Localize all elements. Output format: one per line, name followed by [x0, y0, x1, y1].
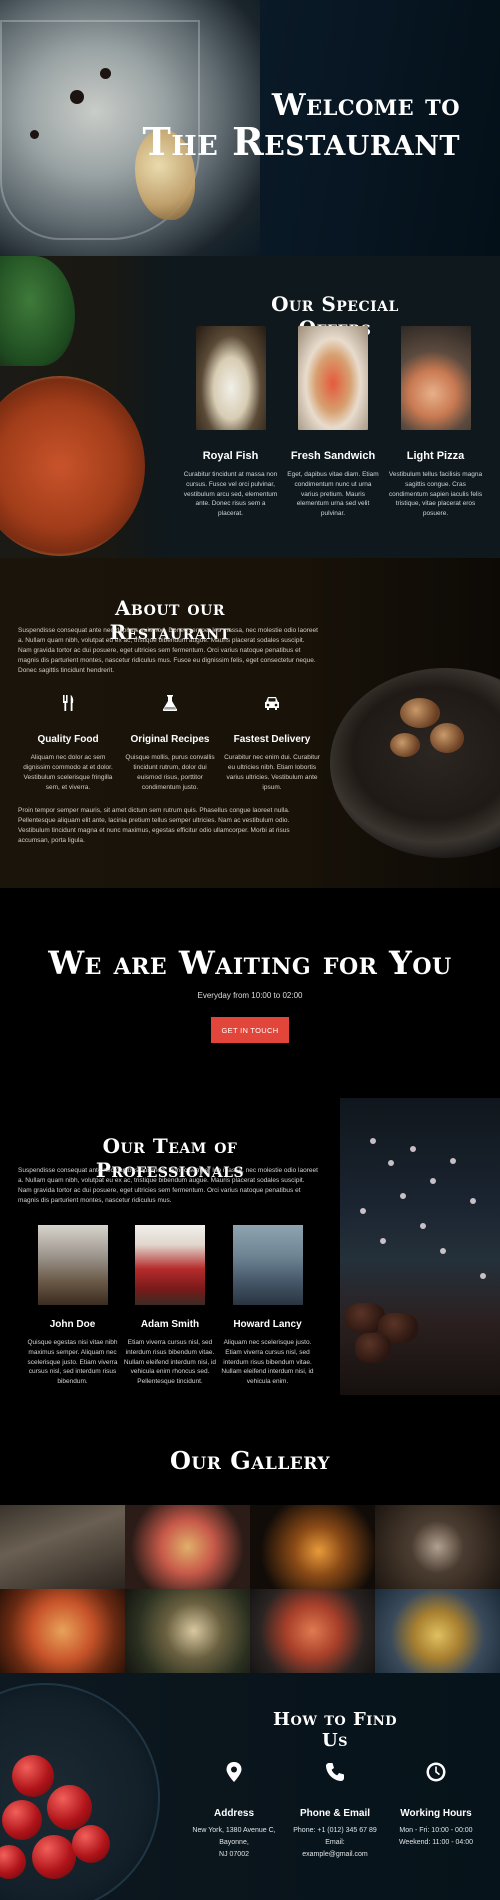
- gallery-image[interactable]: [250, 1589, 375, 1673]
- offer-card[interactable]: Royal Fish Curabitur tincidunt at massa …: [183, 326, 278, 519]
- juniper-berry: [100, 68, 111, 79]
- hero-title: Welcome to The Restaurant: [142, 90, 460, 161]
- offer-text: Curabitur tincidunt at massa non cursus.…: [183, 471, 278, 517]
- member-text: Etiam viverra cursus nisl, sed interdum …: [123, 1339, 217, 1385]
- about-intro: Suspendisse consequat ante nec dapibus e…: [18, 627, 318, 675]
- feature-name: Original Recipes: [130, 734, 210, 745]
- gallery-section: Our Gallery: [0, 1395, 500, 1673]
- flask-icon: [162, 695, 178, 711]
- feature-text: Curabitur nec enim dui. Curabitur eu ult…: [224, 754, 320, 792]
- clock-icon: [426, 1762, 446, 1782]
- offer-name: Fresh Sandwich: [290, 450, 376, 462]
- team-section: Our Team of Professionals Suspendisse co…: [0, 1098, 500, 1395]
- offers-list: Royal Fish Curabitur tincidunt at massa …: [183, 326, 483, 519]
- adam-smith-photo: [135, 1225, 205, 1305]
- spinach-leaves: [0, 256, 75, 366]
- find-us-section: How to Find Us Address New York, 1380 Av…: [0, 1673, 500, 1900]
- special-offers-section: Our Special Offers Royal Fish Curabitur …: [0, 256, 500, 558]
- offer-text: Vestibulum tellus facilisis magna sagitt…: [388, 471, 483, 517]
- offer-card[interactable]: Light Pizza Vestibulum tellus facilisis …: [388, 326, 483, 519]
- member-name: John Doe: [49, 1319, 96, 1330]
- juniper-berry: [70, 90, 84, 104]
- info-name: Working Hours: [400, 1808, 472, 1819]
- fresh-sandwich-photo: [298, 326, 368, 430]
- info-name: Address: [213, 1808, 254, 1819]
- gallery-image[interactable]: [375, 1589, 500, 1673]
- address-line: New York, 1380 Avenue C,: [192, 1827, 276, 1834]
- hero-section: Welcome to The Restaurant: [0, 0, 500, 256]
- juniper-berry: [30, 130, 39, 139]
- feature-item: Original Recipes Quisque mollis, purus c…: [122, 693, 218, 793]
- gallery-image[interactable]: [250, 1505, 375, 1589]
- feature-name: Quality Food: [37, 734, 99, 745]
- waiting-section: We are Waiting for You Everyday from 10:…: [0, 888, 500, 1098]
- offer-name: Light Pizza: [406, 450, 465, 462]
- hero-title-line1: Welcome to: [271, 88, 460, 123]
- gallery-grid: [0, 1505, 500, 1673]
- about-section: About our Restaurant Suspendisse consequ…: [0, 558, 500, 888]
- contact-info-item: Phone & Email Phone: +1 (012) 345 67 89 …: [286, 1761, 384, 1861]
- feature-item: Fastest Delivery Curabitur nec enim dui.…: [224, 693, 320, 793]
- team-member-card: Adam Smith Etiam viverra cursus nisl, se…: [123, 1225, 218, 1387]
- fig: [430, 723, 464, 753]
- member-text: Quisque egestas nisi vitae nibh maximus …: [27, 1339, 118, 1385]
- about-outro: Proin tempor semper mauris, sit amet dic…: [18, 807, 290, 845]
- find-us-title: How to Find Us: [273, 1709, 397, 1751]
- team-intro: Suspendisse consequat ante nec dapibus e…: [18, 1167, 318, 1205]
- fig: [400, 698, 440, 728]
- team-member-card: Howard Lancy Aliquam nec scelerisque jus…: [220, 1225, 315, 1387]
- team-member-card: John Doe Quisque egestas nisi vitae nibh…: [25, 1225, 120, 1387]
- hours-line: Mon - Fri: 10:00 - 00:00: [399, 1827, 473, 1834]
- team-background-photo: [340, 1098, 500, 1395]
- hours-line: Weekend: 11:00 - 04:00: [398, 1838, 474, 1846]
- contact-info-item: Address New York, 1380 Avenue C, Bayonne…: [185, 1761, 283, 1861]
- gallery-image[interactable]: [125, 1505, 250, 1589]
- opening-hours: Everyday from 10:00 to 02:00: [197, 991, 303, 1000]
- offer-card[interactable]: Fresh Sandwich Eget, dapibus vitae diam.…: [286, 326, 381, 519]
- light-pizza-photo: [400, 326, 471, 430]
- car-icon: [265, 697, 279, 710]
- info-name: Phone & Email: [299, 1808, 370, 1819]
- offer-name: Royal Fish: [202, 450, 259, 462]
- gallery-image[interactable]: [375, 1505, 500, 1589]
- phone-icon: [326, 1763, 344, 1781]
- howard-lancy-photo: [232, 1225, 303, 1305]
- gallery-image[interactable]: [0, 1589, 125, 1673]
- fig-dessert-plate: [330, 668, 500, 858]
- email-link[interactable]: example@gmail.com: [286, 1849, 384, 1861]
- member-name: Howard Lancy: [233, 1319, 302, 1330]
- address-line: NJ 07002: [219, 1850, 249, 1858]
- royal-fish-photo: [195, 326, 266, 430]
- waiting-title: We are Waiting for You: [48, 944, 452, 982]
- gallery-image[interactable]: [0, 1505, 125, 1589]
- gallery-image[interactable]: [125, 1589, 250, 1673]
- tomato-pie: [0, 376, 145, 556]
- features-list: Quality Food Aliquam nec dolor ac sem di…: [20, 693, 320, 793]
- feature-item: Quality Food Aliquam nec dolor ac sem di…: [20, 693, 116, 793]
- utensils-icon: [63, 695, 74, 711]
- address-line: Bayonne,: [219, 1838, 249, 1846]
- feature-text: Quisque mollis, purus convallis tincidun…: [125, 754, 215, 792]
- phone-number[interactable]: Phone: +1 (012) 345 67 89: [286, 1825, 384, 1837]
- get-in-touch-button[interactable]: GET IN TOUCH: [211, 1017, 289, 1043]
- contact-info-item: Working Hours Mon - Fri: 10:00 - 00:00 W…: [387, 1761, 485, 1861]
- offers-background-image: [0, 256, 170, 558]
- gallery-title: Our Gallery: [169, 1446, 330, 1475]
- map-pin-icon: [226, 1762, 242, 1782]
- tomato-bowl-image: [0, 1683, 160, 1900]
- feature-text: Aliquam nec dolor ac sem dignissim commo…: [23, 754, 113, 792]
- john-doe-photo: [37, 1225, 108, 1305]
- member-text: Aliquam nec scelerisque justo. Etiam viv…: [221, 1339, 314, 1385]
- hero-title-line2: The Restaurant: [142, 118, 460, 164]
- offer-text: Eget, dapibus vitae diam. Etiam condimen…: [287, 471, 379, 517]
- feature-name: Fastest Delivery: [233, 734, 311, 745]
- fig: [390, 733, 420, 757]
- team-list: John Doe Quisque egestas nisi vitae nibh…: [25, 1225, 315, 1387]
- contact-info-list: Address New York, 1380 Avenue C, Bayonne…: [185, 1761, 485, 1861]
- member-name: Adam Smith: [140, 1319, 200, 1330]
- email-label: Email:: [325, 1838, 345, 1846]
